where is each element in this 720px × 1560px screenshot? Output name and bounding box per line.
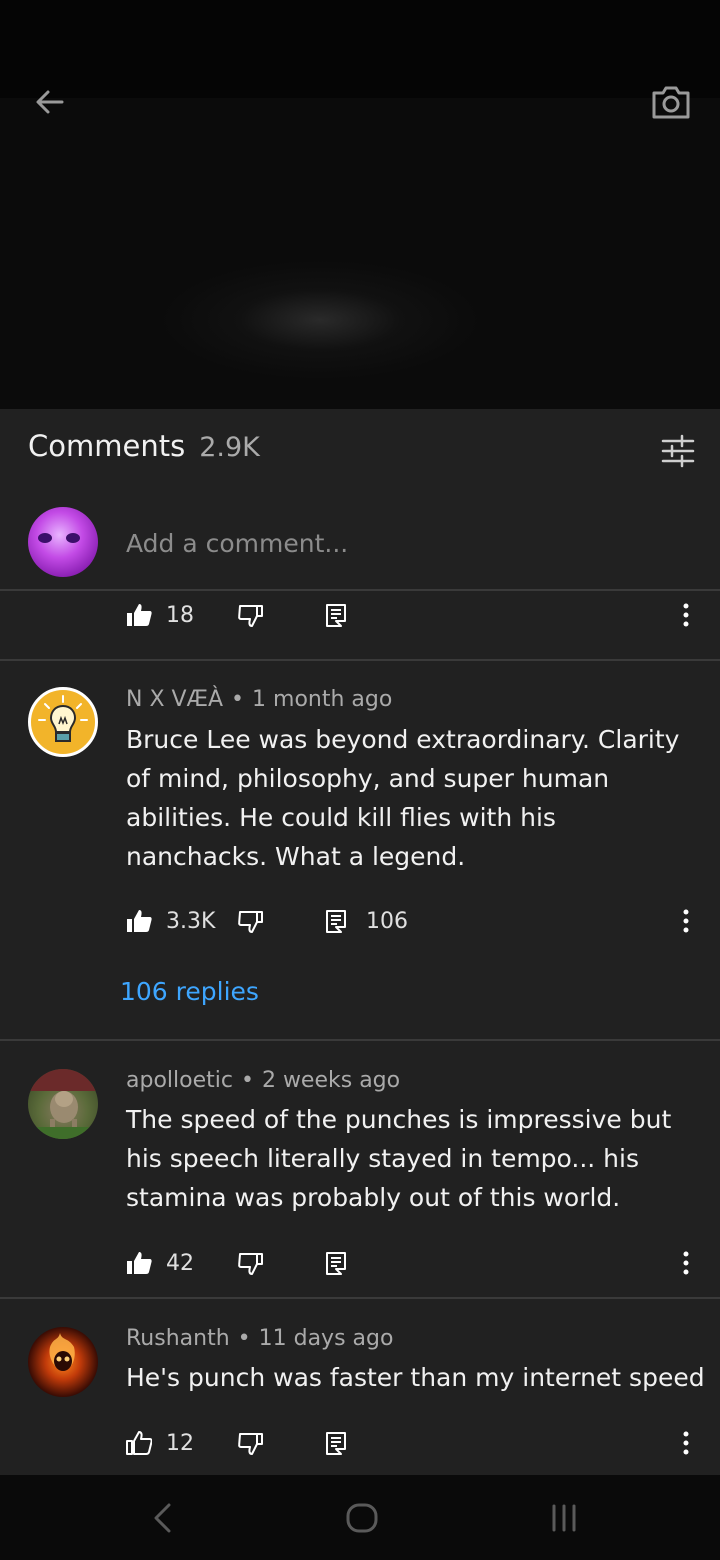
thumbs-down-icon [238,911,263,933]
list-item: 18 [0,593,720,661]
more-options-button[interactable] [674,1423,698,1463]
nav-back-button[interactable] [132,1495,192,1541]
more-vertical-icon [683,603,689,627]
like-count: 18 [166,602,194,628]
thumbs-up-filled-icon [127,604,152,626]
thumbs-up-filled-icon [127,1252,152,1274]
comment-text: He's punch was faster than my internet s… [126,1363,705,1392]
reply-icon [326,604,346,627]
comment-actions: 3.3K 106 [126,901,706,941]
nav-home-icon [346,1503,378,1533]
reply-button[interactable] [324,1423,348,1463]
nav-recents-button[interactable] [534,1495,594,1541]
like-button[interactable]: 3.3K [126,901,215,941]
comment-author[interactable]: apolloetic [126,1068,233,1093]
comments-count: 2.9K [199,432,260,463]
thumbs-down-icon [238,605,263,627]
dislike-button[interactable] [238,1423,264,1463]
back-button[interactable] [26,80,74,124]
comment-author[interactable]: N X VÆÀ [126,687,223,712]
comment-text: The speed of the punches is impressive b… [126,1105,672,1212]
sliders-icon [661,434,695,468]
avatar [28,1069,98,1139]
thumbs-up-filled-icon [127,910,152,932]
video-top-bar [0,0,720,98]
reply-button[interactable] [324,1243,348,1283]
add-comment-row [0,503,720,591]
thumbs-down-icon [238,1253,263,1275]
view-replies-link[interactable]: 106 replies [120,977,259,1006]
camera-button[interactable] [646,80,696,124]
like-button[interactable]: 42 [126,1243,194,1283]
comments-header: Comments 2.9K [28,429,260,471]
list-item: apolloetic • 2 weeks ago The speed of the … [0,1041,720,1299]
comment-actions: 12 [126,1423,706,1463]
like-button[interactable]: 18 [126,595,194,635]
more-vertical-icon [683,909,689,933]
like-count: 12 [166,1430,194,1456]
more-vertical-icon [683,1251,689,1275]
list-item: Rushanth • 11 days ago He's punch was fast… [0,1299,720,1475]
comment-actions: 42 [126,1243,706,1283]
dislike-button[interactable] [238,901,264,941]
more-options-button[interactable] [674,901,698,941]
like-count: 42 [166,1250,194,1276]
nav-back-icon [154,1503,171,1533]
dislike-button[interactable] [238,1243,264,1283]
nav-home-button[interactable] [332,1495,392,1541]
list-item: N X VÆÀ • 1 month ago Bruce Lee was beyond… [0,661,720,1041]
comments-title: Comments [28,429,186,463]
avatar [28,687,98,757]
comment-actions: 18 [126,595,706,635]
dog-photo-icon [28,1069,98,1139]
comment-author[interactable]: Rushanth [126,1326,230,1351]
avatar [28,507,98,577]
sort-filter-button[interactable] [656,431,700,471]
reply-icon [326,1432,346,1455]
thumbs-down-icon [238,1433,263,1455]
comment-time: 1 month ago [252,687,393,712]
like-button[interactable]: 12 [126,1423,194,1463]
dislike-button[interactable] [238,595,264,635]
thumbs-up-icon [126,1431,152,1455]
comment-text: Bruce Lee was beyond extraordinary. Clar… [126,725,680,871]
arrow-left-icon [36,90,64,114]
comment-time: 2 weeks ago [261,1068,401,1093]
video-player[interactable] [0,0,720,409]
more-options-button[interactable] [674,1243,698,1283]
fire-skull-icon [49,1333,75,1371]
more-vertical-icon [683,1431,689,1455]
comment-meta: N X VÆÀ • 1 month ago [126,687,393,712]
comment-meta: apolloetic • 2 weeks ago [126,1068,401,1093]
nav-recents-icon [552,1504,576,1532]
camera-icon [652,86,690,119]
more-options-button[interactable] [674,595,698,635]
reply-icon [326,1252,346,1275]
system-nav-bar [0,1475,720,1560]
comment-time: 11 days ago [258,1326,394,1351]
like-count: 3.3K [166,908,216,934]
avatar [28,1327,98,1397]
lightbulb-icon [38,695,88,742]
comment-meta: Rushanth • 11 days ago [126,1326,394,1351]
reply-count: 106 [366,908,408,934]
add-comment-input[interactable] [126,523,666,563]
reply-button[interactable] [324,595,348,635]
comments-panel: Comments 2.9K 18 [0,409,720,1475]
reply-icon [326,910,346,933]
reply-button[interactable]: 106 [324,901,408,941]
